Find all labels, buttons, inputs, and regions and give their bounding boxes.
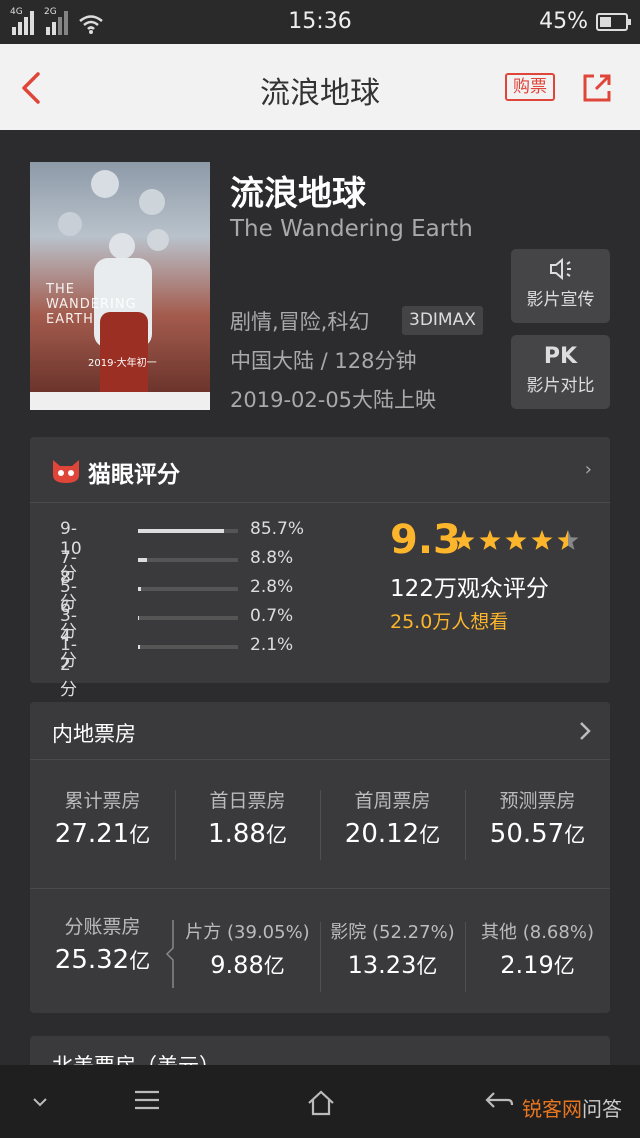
box-office-stat: 首日票房 1.88亿 — [208, 790, 287, 849]
split-part-stat: 其他 (8.68%) 2.19亿 — [481, 922, 594, 979]
movie-poster[interactable]: THE WANDERING EARTH 2019·大年初一 — [30, 162, 210, 410]
distribution-bar — [138, 529, 238, 533]
divider — [30, 888, 610, 889]
promo-button-label: 影片宣传 — [526, 290, 595, 310]
split-part-stat: 影院 (52.27%) 13.23亿 — [330, 922, 455, 979]
rating-stars — [453, 530, 579, 550]
movie-title: 流浪地球 — [230, 174, 366, 214]
chevron-right-icon — [580, 722, 591, 740]
buy-ticket-button[interactable]: 购票 — [505, 73, 555, 101]
movie-genre: 剧情,冒险,科幻 — [230, 310, 370, 334]
watermark: 锐客网问答 — [522, 1097, 622, 1121]
compare-button[interactable]: PK 影片对比 — [511, 335, 610, 409]
split-box-office: 分账票房 25.32亿 — [54, 916, 151, 975]
distribution-bar — [138, 587, 238, 591]
poster-title: THE WANDERING EARTH — [46, 282, 137, 327]
home-icon[interactable] — [306, 1089, 336, 1117]
app-header: 流浪地球 购票 — [0, 44, 640, 130]
star-icon — [479, 530, 501, 550]
movie-region-duration: 中国大陆 / 128分钟 — [230, 349, 417, 373]
box-office-stat: 累计票房 27.21亿 — [54, 790, 151, 849]
star-icon — [531, 530, 553, 550]
rating-voters: 122万观众评分 — [390, 576, 549, 602]
movie-release-date: 2019-02-05大陆上映 — [230, 388, 437, 412]
battery-percent: 45% — [539, 9, 588, 34]
box-office-header[interactable]: 内地票房 — [30, 702, 610, 760]
star-icon — [505, 530, 527, 550]
brace-icon — [165, 920, 174, 988]
rating-score: 9.3 — [390, 517, 461, 563]
box-office-stat: 预测票房 50.57亿 — [489, 790, 586, 849]
distribution-bar — [138, 558, 238, 562]
compare-button-label: 影片对比 — [526, 376, 595, 396]
promo-button[interactable]: 影片宣传 — [511, 249, 610, 323]
movie-english-title: The Wandering Earth — [230, 216, 473, 242]
star-icon — [453, 530, 475, 550]
battery-icon — [596, 12, 631, 31]
north-america-title: 北美票房（美元） — [52, 1050, 220, 1065]
chevron-right-icon: › — [584, 459, 592, 480]
movie-detail: THE WANDERING EARTH 2019·大年初一 流浪地球 The W… — [0, 130, 640, 1065]
box-office-title: 内地票房 — [52, 722, 136, 746]
rating-card: 猫眼评分 › 9-10分 85.7% 7-8分 8.8% 5-6分 2.8% 3… — [30, 437, 610, 700]
north-america-box-office-card[interactable]: 北美票房（美元） — [30, 1036, 610, 1065]
chevron-down-icon[interactable] — [30, 1095, 50, 1109]
rating-title: 猫眼评分 — [88, 462, 180, 488]
split-part-stat: 片方 (39.05%) 9.88亿 — [185, 922, 310, 979]
box-office-stat: 首周票房 20.12亿 — [344, 790, 441, 849]
format-badge: 3DIMAX — [402, 306, 483, 335]
speaker-icon — [511, 257, 610, 285]
back-icon[interactable] — [484, 1089, 514, 1113]
battery: 45% — [539, 9, 631, 34]
want-count: 25.0万人想看 — [390, 611, 509, 633]
rating-header[interactable]: 猫眼评分 › — [30, 437, 610, 503]
box-office-card: 内地票房 累计票房 27.21亿 首日票房 1.88亿 首周票房 20.12亿 … — [30, 702, 610, 1013]
status-bar: 4G 2G 15:36 45% — [0, 0, 640, 44]
pk-icon: PK — [543, 344, 578, 369]
star-icon — [557, 530, 579, 550]
maoyan-cat-icon — [53, 460, 79, 483]
menu-icon[interactable] — [133, 1089, 161, 1111]
distribution-bar — [138, 645, 238, 649]
share-icon[interactable] — [580, 71, 614, 105]
poster-date: 2019·大年初一 — [88, 358, 157, 369]
distribution-bar — [138, 616, 238, 620]
